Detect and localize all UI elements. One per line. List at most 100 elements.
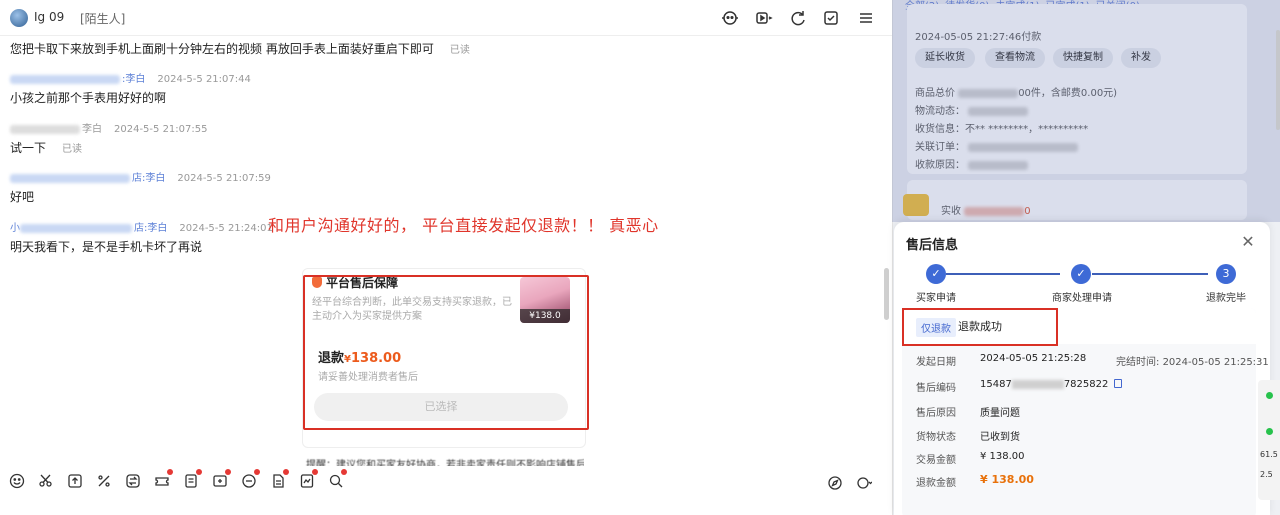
note-icon[interactable] [182, 469, 202, 489]
side-number: 2.5 [1260, 470, 1273, 479]
chat-bubble-icon[interactable] [240, 469, 260, 489]
tip-text: 提醒：建议您和买家友好协商，若非卖家责任则不影响店铺售后 [306, 460, 584, 466]
message-text: 您把卡取下来放到手机上面刷十分钟左右的视频 再放回手表上面装好重启下即可 [10, 42, 434, 56]
order-line: 商品总价 00件，含邮费0.00元) [915, 84, 1117, 99]
copy-icon[interactable] [1114, 379, 1123, 388]
order-line: 关联订单： [915, 138, 1079, 153]
read-receipt: 已读 [449, 45, 470, 56]
message-time: 2024-5-5 21:07:55 [114, 124, 208, 135]
line-value: 不** ********，********** [965, 124, 1089, 135]
extend-receipt-button[interactable]: 延长收货 [915, 48, 975, 68]
percent-icon[interactable] [95, 472, 112, 489]
package-icon [903, 194, 929, 216]
redacted-name [10, 74, 120, 84]
refund-amount: ¥ 138.00 [980, 473, 1034, 486]
order-line: 物流动态： [915, 102, 1029, 117]
line-label: 关联订单： [915, 142, 965, 153]
row-label: 货物状态 [916, 432, 956, 443]
shop-name: 店:李白 [132, 173, 166, 184]
start-date: 2024-05-05 21:25:28 [980, 353, 1087, 364]
app-root: Ig 09 [陌生人] 您把卡取下来放到手机上面刷十分钟左右的视频 再放回手表上… [0, 0, 1280, 515]
step-3-number: 3 [1216, 264, 1236, 284]
status-dot [1266, 392, 1273, 399]
contact-name[interactable]: Ig 09 [34, 10, 64, 24]
modal-title: 售后信息 [906, 238, 959, 253]
redacted-name [20, 223, 132, 233]
robot-icon[interactable] [720, 8, 740, 28]
checklist-icon[interactable] [822, 8, 842, 28]
close-icon[interactable]: ✕ [1240, 234, 1256, 250]
emoji-icon[interactable] [8, 472, 25, 489]
redacted [964, 206, 1025, 216]
code-prefix: 15487 [980, 379, 1012, 390]
chat-pane: Ig 09 [陌生人] 您把卡取下来放到手机上面刷十分钟左右的视频 再放回手表上… [0, 0, 892, 515]
aftersale-code: 15487 7825822 [980, 379, 1123, 390]
goods-status: 已收到货 [980, 432, 1020, 443]
panel-scrollbar[interactable] [1276, 30, 1280, 130]
message-text: 明天我看下，是不是手机卡坏了再说 [10, 240, 203, 254]
done-time: 完结时间: 2024-05-05 21:25:31 [1116, 353, 1269, 368]
video-icon[interactable] [754, 8, 774, 28]
order-line: 收款原因： [915, 156, 1029, 171]
side-number: 61.5 [1260, 450, 1278, 459]
order-card: 2024-05-05 21:27:46付款 延长收货 查看物流 快捷复制 补发 … [907, 4, 1247, 174]
row-label: 交易金额 [916, 455, 956, 466]
aftersale-modal: 售后信息 ✕ ✓ ✓ 3 买家申请 商家处理申请 退款完毕 仅退款 退款成功 发… [894, 222, 1270, 515]
doc-icon[interactable] [269, 469, 289, 489]
aftersale-reason: 质量问题 [980, 408, 1020, 419]
shop-name: 李白 [82, 124, 102, 135]
redacted [1011, 379, 1064, 389]
redacted-name [10, 173, 130, 183]
line-label: 商品总价 [915, 88, 955, 99]
line-label: 收货信息： [915, 124, 965, 135]
contact-tag: [陌生人] [80, 12, 126, 26]
reissue-button[interactable]: 补发 [1121, 48, 1161, 68]
message-text: 小孩之前那个手表用好好的啊 [10, 91, 167, 105]
message-5: 明天我看下，是不是手机卡坏了再说 [10, 238, 202, 255]
search-order-icon[interactable] [327, 469, 347, 489]
compass-icon[interactable] [826, 474, 843, 491]
order-line: 收货信息：不** ********，********** [915, 120, 1088, 135]
coupon-icon[interactable] [153, 469, 173, 489]
pdf-icon[interactable] [298, 469, 318, 489]
refresh-icon[interactable] [788, 8, 808, 28]
avatar[interactable] [10, 9, 28, 27]
pay-suffix: 0 [1024, 206, 1031, 217]
message-1: 您把卡取下来放到手机上面刷十分钟左右的视频 再放回手表上面装好重启下即可 已读 [10, 40, 470, 57]
message-text: 试一下 [10, 141, 47, 155]
redacted [958, 88, 1019, 98]
row-label: 售后编码 [916, 383, 956, 394]
redacted [968, 142, 1079, 152]
read-receipt: 已读 [62, 144, 83, 155]
chat-header: Ig 09 [陌生人] [0, 0, 892, 36]
pay-line: 实收 0 [941, 202, 1031, 217]
red-highlight-box [303, 275, 589, 430]
step-1-check-icon: ✓ [926, 264, 946, 284]
menu-icon[interactable] [856, 8, 876, 28]
message-time: 2024-5-5 21:24:01 [179, 223, 273, 234]
row-label: 退款金额 [916, 478, 956, 489]
upload-icon[interactable] [66, 472, 83, 489]
view-logistics-button[interactable]: 查看物流 [985, 48, 1045, 68]
message-3: 试一下 已读 [10, 139, 82, 156]
settings-dropdown-icon[interactable] [855, 474, 872, 491]
status-dot [1266, 428, 1273, 435]
message-meta: 李白 2024-5-5 21:07:55 [10, 120, 207, 135]
red-highlight-box [902, 308, 1058, 346]
message-4: 好吧 [10, 188, 34, 205]
done-label: 完结时间: [1116, 357, 1160, 368]
chat-scrollbar[interactable] [884, 268, 889, 320]
add-card-icon[interactable] [211, 469, 231, 489]
shop-name: 店:李白 [134, 223, 168, 234]
step-3-label: 退款完毕 [1206, 293, 1246, 304]
header-toolbar [720, 8, 876, 28]
scissors-icon[interactable] [37, 472, 54, 489]
quick-copy-button[interactable]: 快捷复制 [1053, 48, 1113, 68]
done-time-value: 2024-05-05 21:25:31 [1162, 357, 1269, 368]
message-meta: 店:李白 2024-5-5 21:07:59 [10, 169, 271, 184]
order-time: 2024-05-05 21:27:46付款 [915, 32, 1042, 43]
step-1-label: 买家申请 [916, 293, 956, 304]
red-annotation: 和用户沟通好好的， 平台直接发起仅退款！！ 真恶心 [268, 216, 659, 235]
transfer-icon[interactable] [124, 472, 141, 489]
line-value: 00件，含邮费0.00元) [1018, 88, 1118, 99]
